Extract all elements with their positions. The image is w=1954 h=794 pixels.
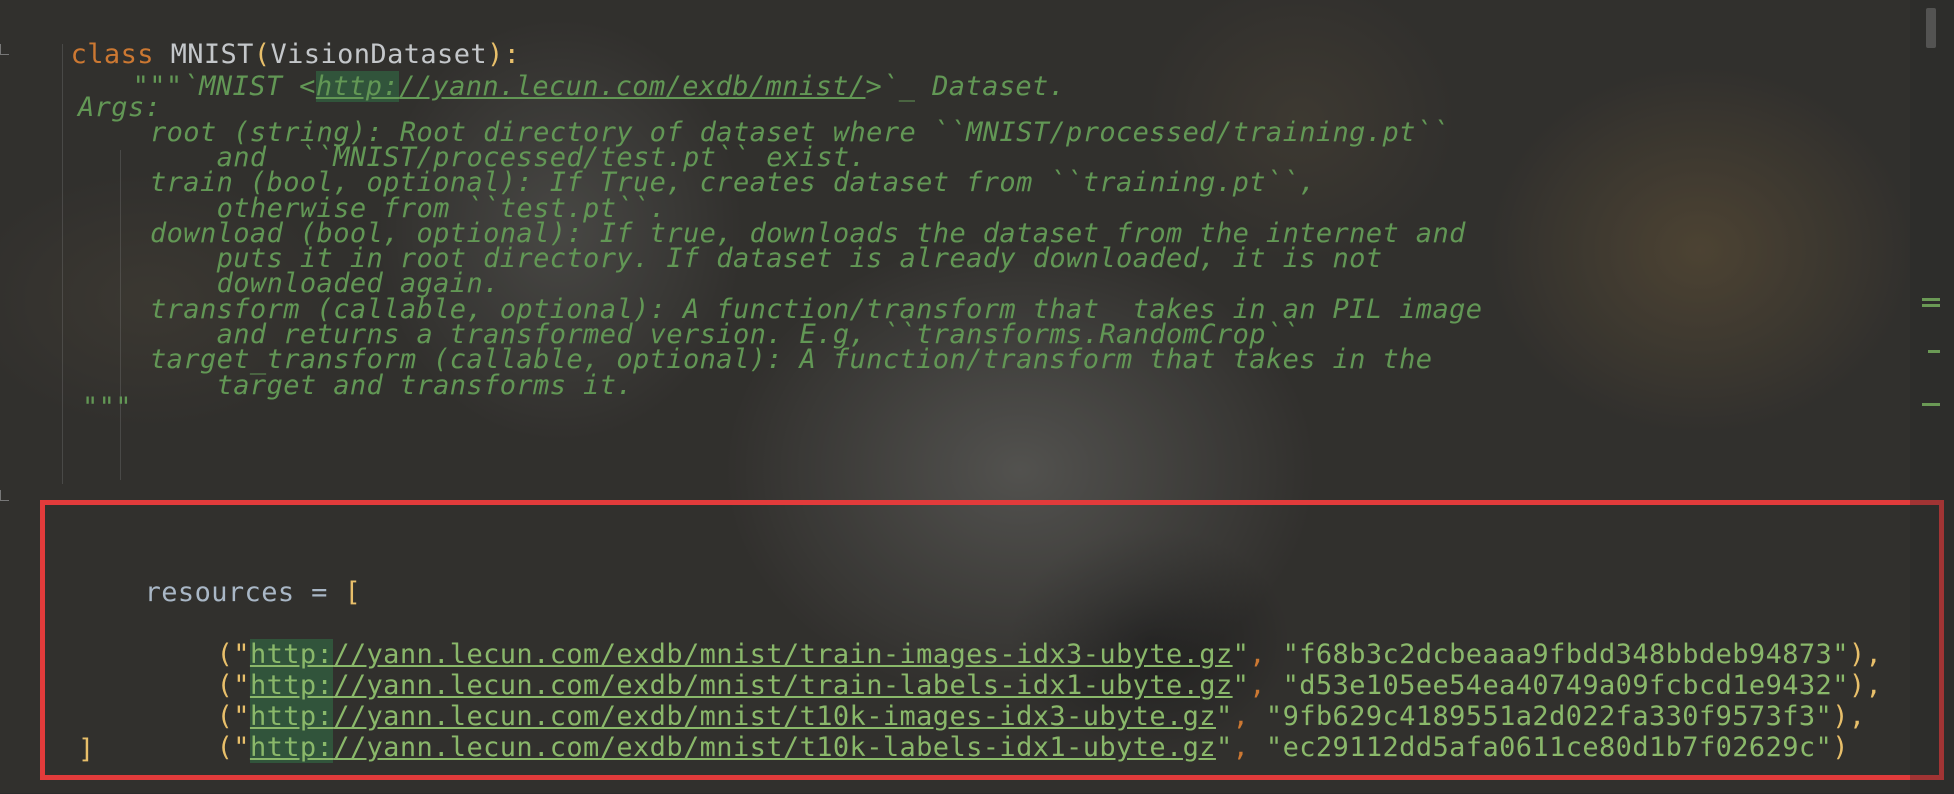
docstring-url[interactable]: //yann.lecun.com/exdb/mnist/ xyxy=(399,71,865,102)
code-line-class: class MNIST(VisionDataset): xyxy=(4,8,520,70)
scrollbar-gutter[interactable] xyxy=(1910,0,1954,793)
fold-icon[interactable] xyxy=(0,490,9,501)
docstring-line: target and transforms it. xyxy=(150,370,634,401)
docstring-close: """ xyxy=(82,392,132,406)
docstring-args-header: Args: xyxy=(78,92,162,123)
error-stripe-mark[interactable] xyxy=(1922,298,1940,301)
highlight-box xyxy=(40,500,1944,780)
error-stripe-mark[interactable] xyxy=(1928,350,1940,353)
indent-guide xyxy=(62,44,63,484)
error-stripe-mark[interactable] xyxy=(1922,304,1940,307)
error-stripe-mark[interactable] xyxy=(1922,403,1940,406)
indent-guide xyxy=(120,150,121,480)
docstring-suffix: >`_ Dataset. xyxy=(865,71,1066,102)
scrollbar-thumb[interactable] xyxy=(1926,8,1936,48)
docstring-url-scheme[interactable]: http: xyxy=(315,71,400,102)
docstring-line: """`MNIST <http://yann.lecun.com/exdb/mn… xyxy=(66,40,1065,102)
